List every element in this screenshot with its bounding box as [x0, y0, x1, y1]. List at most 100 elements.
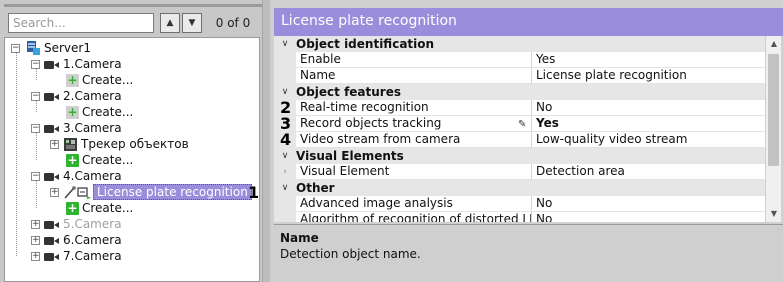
- tree-label: 5.Camera: [63, 217, 122, 231]
- tree-label-selected: License plate recognition: [93, 184, 252, 200]
- collapse-icon[interactable]: −: [11, 43, 20, 53]
- add-icon: +: [66, 152, 79, 167]
- chevron-right-icon[interactable]: ›: [274, 164, 296, 180]
- search-next-button[interactable]: ▼: [182, 13, 202, 33]
- annotation-marker: 4: [280, 130, 292, 149]
- property-value[interactable]: No: [532, 100, 765, 116]
- tree-label: 6.Camera: [63, 233, 122, 247]
- category-row[interactable]: ∨ Other: [274, 180, 765, 196]
- property-value[interactable]: No: [532, 196, 765, 212]
- expand-icon[interactable]: +: [31, 251, 40, 261]
- collapse-icon[interactable]: −: [31, 171, 40, 181]
- category-label: Object identification: [296, 37, 435, 51]
- tree-label: Server1: [44, 41, 91, 55]
- collapse-icon[interactable]: −: [31, 59, 40, 69]
- collapse-icon[interactable]: −: [31, 123, 40, 133]
- object-tree: − Server1 − 1.Camera + Create... − 2.Cam…: [4, 37, 260, 282]
- property-row[interactable]: Enable Yes: [274, 52, 765, 68]
- property-value[interactable]: License plate recognition: [532, 68, 765, 84]
- property-name: Visual Element: [296, 164, 532, 180]
- chevron-down-icon: ▼: [188, 18, 196, 28]
- camera-icon: [44, 251, 60, 262]
- tree-node-camera[interactable]: + 6.Camera: [31, 232, 122, 248]
- add-icon: +: [66, 72, 79, 87]
- property-grid: ∨ Object identification Enable Yes Name …: [274, 36, 765, 222]
- chevron-down-icon[interactable]: ∨: [274, 87, 296, 97]
- property-row[interactable]: Advanced image analysis No: [274, 196, 765, 212]
- scroll-down-icon[interactable]: ▼: [766, 206, 782, 222]
- property-row[interactable]: Record objects tracking ✎ Yes: [274, 116, 765, 132]
- property-row[interactable]: Name License plate recognition: [274, 68, 765, 84]
- tree-node-camera[interactable]: − 1.Camera: [31, 56, 122, 72]
- scroll-up-icon[interactable]: ▲: [766, 36, 782, 52]
- property-name: Enable: [296, 52, 532, 68]
- tree-label: 3.Camera: [63, 121, 122, 135]
- camera-icon: [44, 235, 60, 246]
- expand-icon[interactable]: +: [31, 219, 40, 229]
- tree-node-create[interactable]: + Create...: [66, 72, 133, 88]
- tree-node-create[interactable]: + Create...: [66, 200, 133, 216]
- tree-node-camera-disabled[interactable]: + 5.Camera: [31, 216, 122, 232]
- tree-node-camera[interactable]: + 7.Camera: [31, 248, 122, 264]
- category-row[interactable]: ∨ Visual Elements: [274, 148, 765, 164]
- tree-node-camera[interactable]: − 4.Camera: [31, 168, 122, 184]
- vertical-scrollbar[interactable]: ▲ ▼: [765, 36, 781, 222]
- tree-label: 1.Camera: [63, 57, 122, 71]
- row-gutter: [274, 196, 296, 212]
- annotation-marker: 1: [248, 183, 260, 202]
- tracker-icon: [64, 137, 77, 151]
- tree-node-tracker[interactable]: + Трекер объектов: [50, 136, 189, 152]
- property-value-text: Yes: [536, 116, 559, 130]
- property-row[interactable]: › Visual Element Detection area: [274, 164, 765, 180]
- camera-icon: [44, 91, 60, 102]
- search-result-count: 0 of 0: [215, 16, 251, 30]
- tree-label: 4.Camera: [63, 169, 122, 183]
- property-value[interactable]: Low-quality video stream: [532, 132, 765, 148]
- lpr-detector-icon: [63, 185, 91, 199]
- camera-icon: [44, 123, 60, 134]
- property-value[interactable]: Detection area: [532, 164, 765, 180]
- category-row[interactable]: ∨ Object features: [274, 84, 765, 100]
- chevron-down-icon[interactable]: ∨: [274, 39, 296, 49]
- tree-node-camera[interactable]: − 2.Camera: [31, 88, 122, 104]
- property-row[interactable]: Algorithm of recognition of distorted LP…: [274, 212, 765, 222]
- property-name: Name: [296, 68, 532, 84]
- collapse-icon[interactable]: −: [31, 91, 40, 101]
- tree-node-create[interactable]: + Create...: [66, 104, 133, 120]
- tree-node-create[interactable]: + Create...: [66, 152, 133, 168]
- property-row[interactable]: Real-time recognition No: [274, 100, 765, 116]
- property-row[interactable]: Video stream from camera Low-quality vid…: [274, 132, 765, 148]
- row-gutter: [274, 212, 296, 222]
- expand-icon[interactable]: +: [50, 139, 59, 149]
- tree-label: Create...: [82, 201, 134, 215]
- camera-icon: [44, 219, 60, 230]
- search-prev-button[interactable]: ▲: [160, 13, 180, 33]
- tree-label: 2.Camera: [63, 89, 122, 103]
- category-label: Object features: [296, 85, 402, 99]
- row-gutter: [274, 52, 296, 68]
- panel-top-edge: [4, 4, 262, 7]
- property-value[interactable]: Yes: [532, 52, 765, 68]
- category-label: Other: [296, 181, 335, 195]
- chevron-down-icon[interactable]: ∨: [274, 183, 296, 193]
- panel-splitter[interactable]: [262, 0, 270, 282]
- chevron-down-icon[interactable]: ∨: [274, 151, 296, 161]
- search-input[interactable]: [8, 13, 154, 33]
- object-tree-panel: ▲ ▼ 0 of 0 − Server1 − 1.Camera + Create…: [0, 0, 262, 282]
- description-title: Name: [280, 231, 319, 245]
- row-gutter: [274, 68, 296, 84]
- tree-node-lpr[interactable]: + License plate recognition: [50, 184, 252, 200]
- add-icon: +: [66, 104, 79, 119]
- tree-node-camera[interactable]: − 3.Camera: [31, 120, 122, 136]
- property-value[interactable]: No: [532, 212, 765, 222]
- property-name: Advanced image analysis: [296, 196, 532, 212]
- pencil-icon: ✎: [518, 119, 527, 130]
- tree-node-server[interactable]: − Server1: [11, 40, 91, 56]
- category-label: Visual Elements: [296, 149, 404, 163]
- category-row[interactable]: ∨ Object identification: [274, 36, 765, 52]
- scrollbar-thumb[interactable]: [768, 54, 779, 166]
- expand-icon[interactable]: +: [31, 235, 40, 245]
- property-value[interactable]: ✎ Yes: [518, 116, 765, 132]
- add-icon: +: [66, 200, 79, 215]
- expand-icon[interactable]: +: [50, 187, 59, 197]
